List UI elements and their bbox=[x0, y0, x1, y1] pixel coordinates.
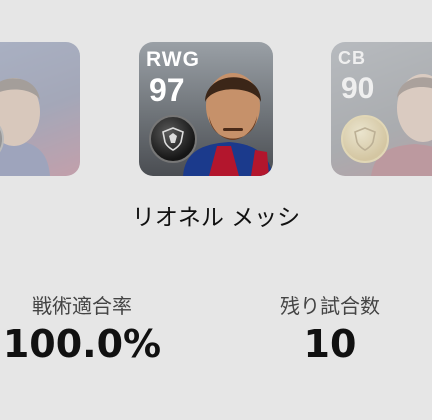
card-position: RWG bbox=[146, 48, 200, 71]
club-emblem-icon bbox=[341, 115, 389, 163]
player-card-next[interactable]: CB 90 bbox=[331, 42, 432, 176]
card-rating: 97 bbox=[149, 72, 185, 108]
player-card-previous[interactable] bbox=[0, 42, 80, 176]
card-position: CB bbox=[338, 48, 366, 68]
player-portrait bbox=[0, 78, 50, 176]
remaining-matches-label: 残り試合数 bbox=[280, 294, 380, 318]
club-emblem-icon bbox=[149, 115, 197, 163]
card-rating: 90 bbox=[341, 72, 375, 105]
remaining-matches-value: 10 bbox=[303, 322, 357, 366]
tactic-fit-value: 100.0% bbox=[2, 322, 162, 366]
player-name: リオネル メッシ bbox=[131, 205, 301, 231]
player-card-selected[interactable]: RWG 97 bbox=[139, 42, 273, 176]
tactic-fit-label: 戦術適合率 bbox=[32, 294, 132, 318]
